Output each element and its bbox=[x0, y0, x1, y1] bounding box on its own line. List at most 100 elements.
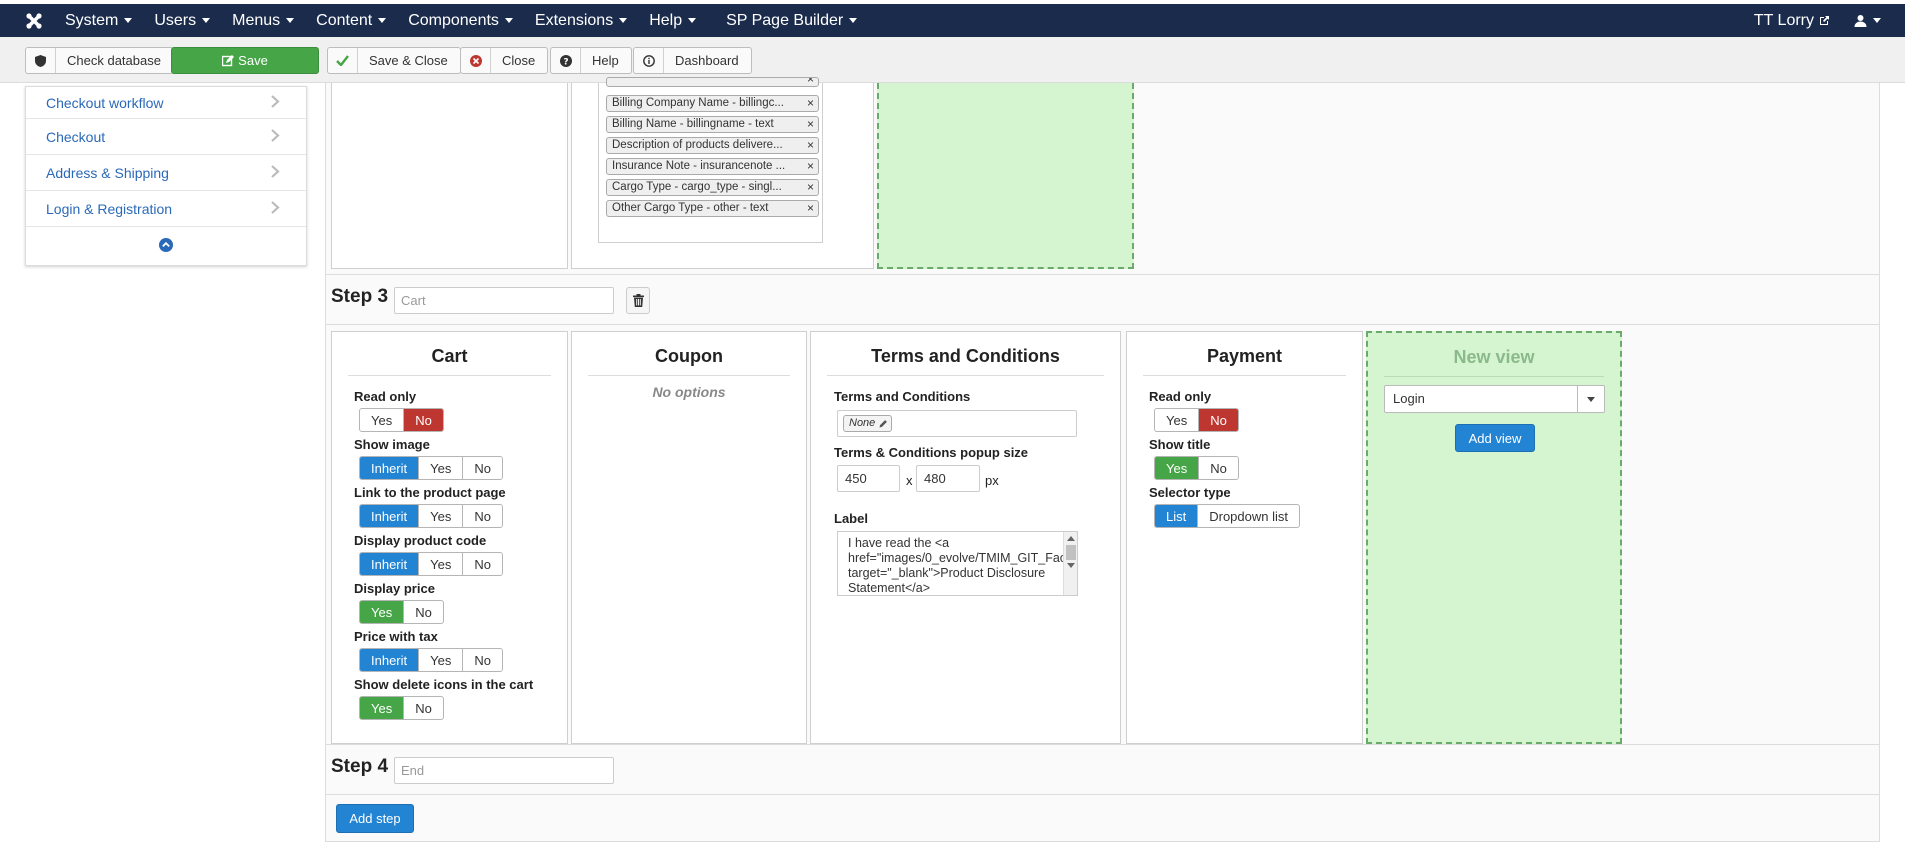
option-inherit[interactable]: Inherit bbox=[360, 505, 420, 527]
close-circle-icon bbox=[461, 48, 491, 73]
step-name-input[interactable]: Cart bbox=[394, 287, 614, 314]
remove-icon[interactable]: × bbox=[807, 201, 814, 216]
menu-help[interactable]: Help bbox=[638, 4, 707, 37]
sidebar-item-login-registration[interactable]: Login & Registration bbox=[26, 191, 306, 227]
read-only-toggle[interactable]: Yes No bbox=[359, 408, 444, 432]
remove-icon[interactable]: × bbox=[807, 138, 814, 153]
option-no[interactable]: No bbox=[404, 409, 443, 431]
show-title-toggle[interactable]: Yes No bbox=[1154, 456, 1239, 480]
site-link[interactable]: TT Lorry bbox=[1742, 12, 1842, 30]
field-tag[interactable]: Billing Name - billingname - text × bbox=[606, 116, 819, 133]
option-yes[interactable]: Yes bbox=[360, 409, 405, 431]
menu-sp-page-builder[interactable]: SP Page Builder bbox=[715, 4, 868, 37]
sidebar-collapse[interactable] bbox=[26, 227, 306, 263]
option-yes[interactable]: Yes bbox=[419, 505, 464, 527]
terms-view-panel: Terms and Conditions Terms and Condition… bbox=[810, 331, 1121, 744]
option-yes[interactable]: Yes bbox=[360, 601, 405, 623]
button-label: Check database bbox=[67, 53, 161, 68]
help-button[interactable]: ? Help bbox=[550, 47, 632, 74]
panel-title: Payment bbox=[1143, 346, 1346, 376]
option-no[interactable]: No bbox=[1199, 457, 1238, 479]
field-tag[interactable]: Billing Company Name - billingc... × bbox=[606, 95, 819, 112]
option-yes[interactable]: Yes bbox=[360, 697, 405, 719]
info-icon bbox=[634, 48, 664, 73]
chevron-right-icon bbox=[271, 165, 280, 178]
field-tag[interactable]: Insurance Note - insurancenote ... × bbox=[606, 158, 819, 175]
step-2-view-panel bbox=[331, 83, 568, 269]
selector-type-toggle[interactable]: List Dropdown list bbox=[1154, 504, 1300, 528]
option-inherit[interactable]: Inherit bbox=[360, 649, 420, 671]
terms-article-select[interactable]: None bbox=[837, 410, 1077, 437]
display-code-toggle[interactable]: Inherit Yes No bbox=[359, 552, 503, 576]
payment-read-only-toggle[interactable]: Yes No bbox=[1154, 408, 1239, 432]
popup-height-input[interactable]: 480 bbox=[916, 465, 980, 492]
label-textarea[interactable]: I have read the <a href="images/0_evolve… bbox=[837, 531, 1078, 596]
step-name-input[interactable]: End bbox=[394, 757, 614, 784]
field-tag[interactable]: × bbox=[606, 77, 819, 87]
scroll-thumb[interactable] bbox=[1066, 545, 1076, 560]
option-list[interactable]: List bbox=[1155, 505, 1199, 527]
option-yes[interactable]: Yes bbox=[419, 553, 464, 575]
sidebar-item-address-shipping[interactable]: Address & Shipping bbox=[26, 155, 306, 191]
delete-step-button[interactable] bbox=[626, 287, 650, 314]
button-label: Dashboard bbox=[675, 53, 739, 68]
menu-components[interactable]: Components bbox=[397, 4, 524, 37]
price-tax-toggle[interactable]: Inherit Yes No bbox=[359, 648, 503, 672]
scroll-down-icon[interactable] bbox=[1067, 563, 1075, 569]
field-tag[interactable]: Other Cargo Type - other - text × bbox=[606, 200, 819, 217]
step-2-drop-zone[interactable] bbox=[877, 83, 1134, 269]
add-view-button[interactable]: Add view bbox=[1455, 424, 1535, 452]
checkout-sidebar: Checkout workflow Checkout Address & Shi… bbox=[25, 86, 307, 266]
display-price-toggle[interactable]: Yes No bbox=[359, 600, 444, 624]
check-icon bbox=[328, 48, 358, 73]
step-title: Step 3 bbox=[331, 286, 389, 307]
option-yes[interactable]: Yes bbox=[1155, 457, 1200, 479]
option-no[interactable]: No bbox=[1199, 409, 1238, 431]
option-no[interactable]: No bbox=[404, 697, 443, 719]
none-chip[interactable]: None bbox=[843, 415, 893, 432]
remove-icon[interactable]: × bbox=[807, 117, 814, 132]
menu-content[interactable]: Content bbox=[305, 4, 397, 37]
option-no[interactable]: No bbox=[463, 553, 502, 575]
joomla-logo-icon[interactable] bbox=[14, 4, 54, 37]
option-yes[interactable]: Yes bbox=[419, 649, 464, 671]
remove-icon[interactable]: × bbox=[807, 180, 814, 195]
user-menu[interactable] bbox=[1842, 14, 1905, 27]
option-inherit[interactable]: Inherit bbox=[360, 553, 420, 575]
popup-width-input[interactable]: 450 bbox=[837, 465, 900, 492]
option-yes[interactable]: Yes bbox=[419, 457, 464, 479]
option-no[interactable]: No bbox=[463, 457, 502, 479]
menu-extensions[interactable]: Extensions bbox=[524, 4, 638, 37]
option-yes[interactable]: Yes bbox=[1155, 409, 1200, 431]
menu-menus[interactable]: Menus bbox=[221, 4, 305, 37]
option-no[interactable]: No bbox=[463, 505, 502, 527]
option-inherit[interactable]: Inherit bbox=[360, 457, 420, 479]
show-image-label: Show image bbox=[354, 437, 430, 452]
sidebar-item-checkout-workflow[interactable]: Checkout workflow bbox=[26, 87, 306, 119]
option-no[interactable]: No bbox=[463, 649, 502, 671]
add-step-button[interactable]: Add step bbox=[336, 804, 414, 833]
field-tag[interactable]: Description of products delivere... × bbox=[606, 137, 819, 154]
remove-icon[interactable]: × bbox=[807, 96, 814, 111]
textarea-scrollbar[interactable] bbox=[1063, 532, 1077, 595]
dashboard-button[interactable]: Dashboard bbox=[633, 47, 752, 74]
scroll-up-icon[interactable] bbox=[1067, 535, 1075, 541]
option-dropdown[interactable]: Dropdown list bbox=[1198, 505, 1299, 527]
remove-icon[interactable]: × bbox=[807, 78, 814, 86]
show-image-toggle[interactable]: Inherit Yes No bbox=[359, 456, 503, 480]
menu-users[interactable]: Users bbox=[143, 4, 221, 37]
save-button[interactable]: Save bbox=[171, 47, 319, 74]
site-name: TT Lorry bbox=[1753, 11, 1814, 29]
menu-system[interactable]: System bbox=[54, 4, 143, 37]
remove-icon[interactable]: × bbox=[807, 159, 814, 174]
save-close-button[interactable]: Save & Close bbox=[327, 47, 461, 74]
close-button[interactable]: Close bbox=[460, 47, 549, 74]
check-database-button[interactable]: Check database bbox=[25, 47, 174, 74]
delete-icons-toggle[interactable]: Yes No bbox=[359, 696, 444, 720]
field-tag[interactable]: Cargo Type - cargo_type - singl... × bbox=[606, 179, 819, 196]
link-product-toggle[interactable]: Inherit Yes No bbox=[359, 504, 503, 528]
option-no[interactable]: No bbox=[404, 601, 443, 623]
view-type-select[interactable]: Login bbox=[1384, 385, 1605, 413]
sidebar-item-checkout[interactable]: Checkout bbox=[26, 119, 306, 155]
price-tax-label: Price with tax bbox=[354, 629, 438, 644]
